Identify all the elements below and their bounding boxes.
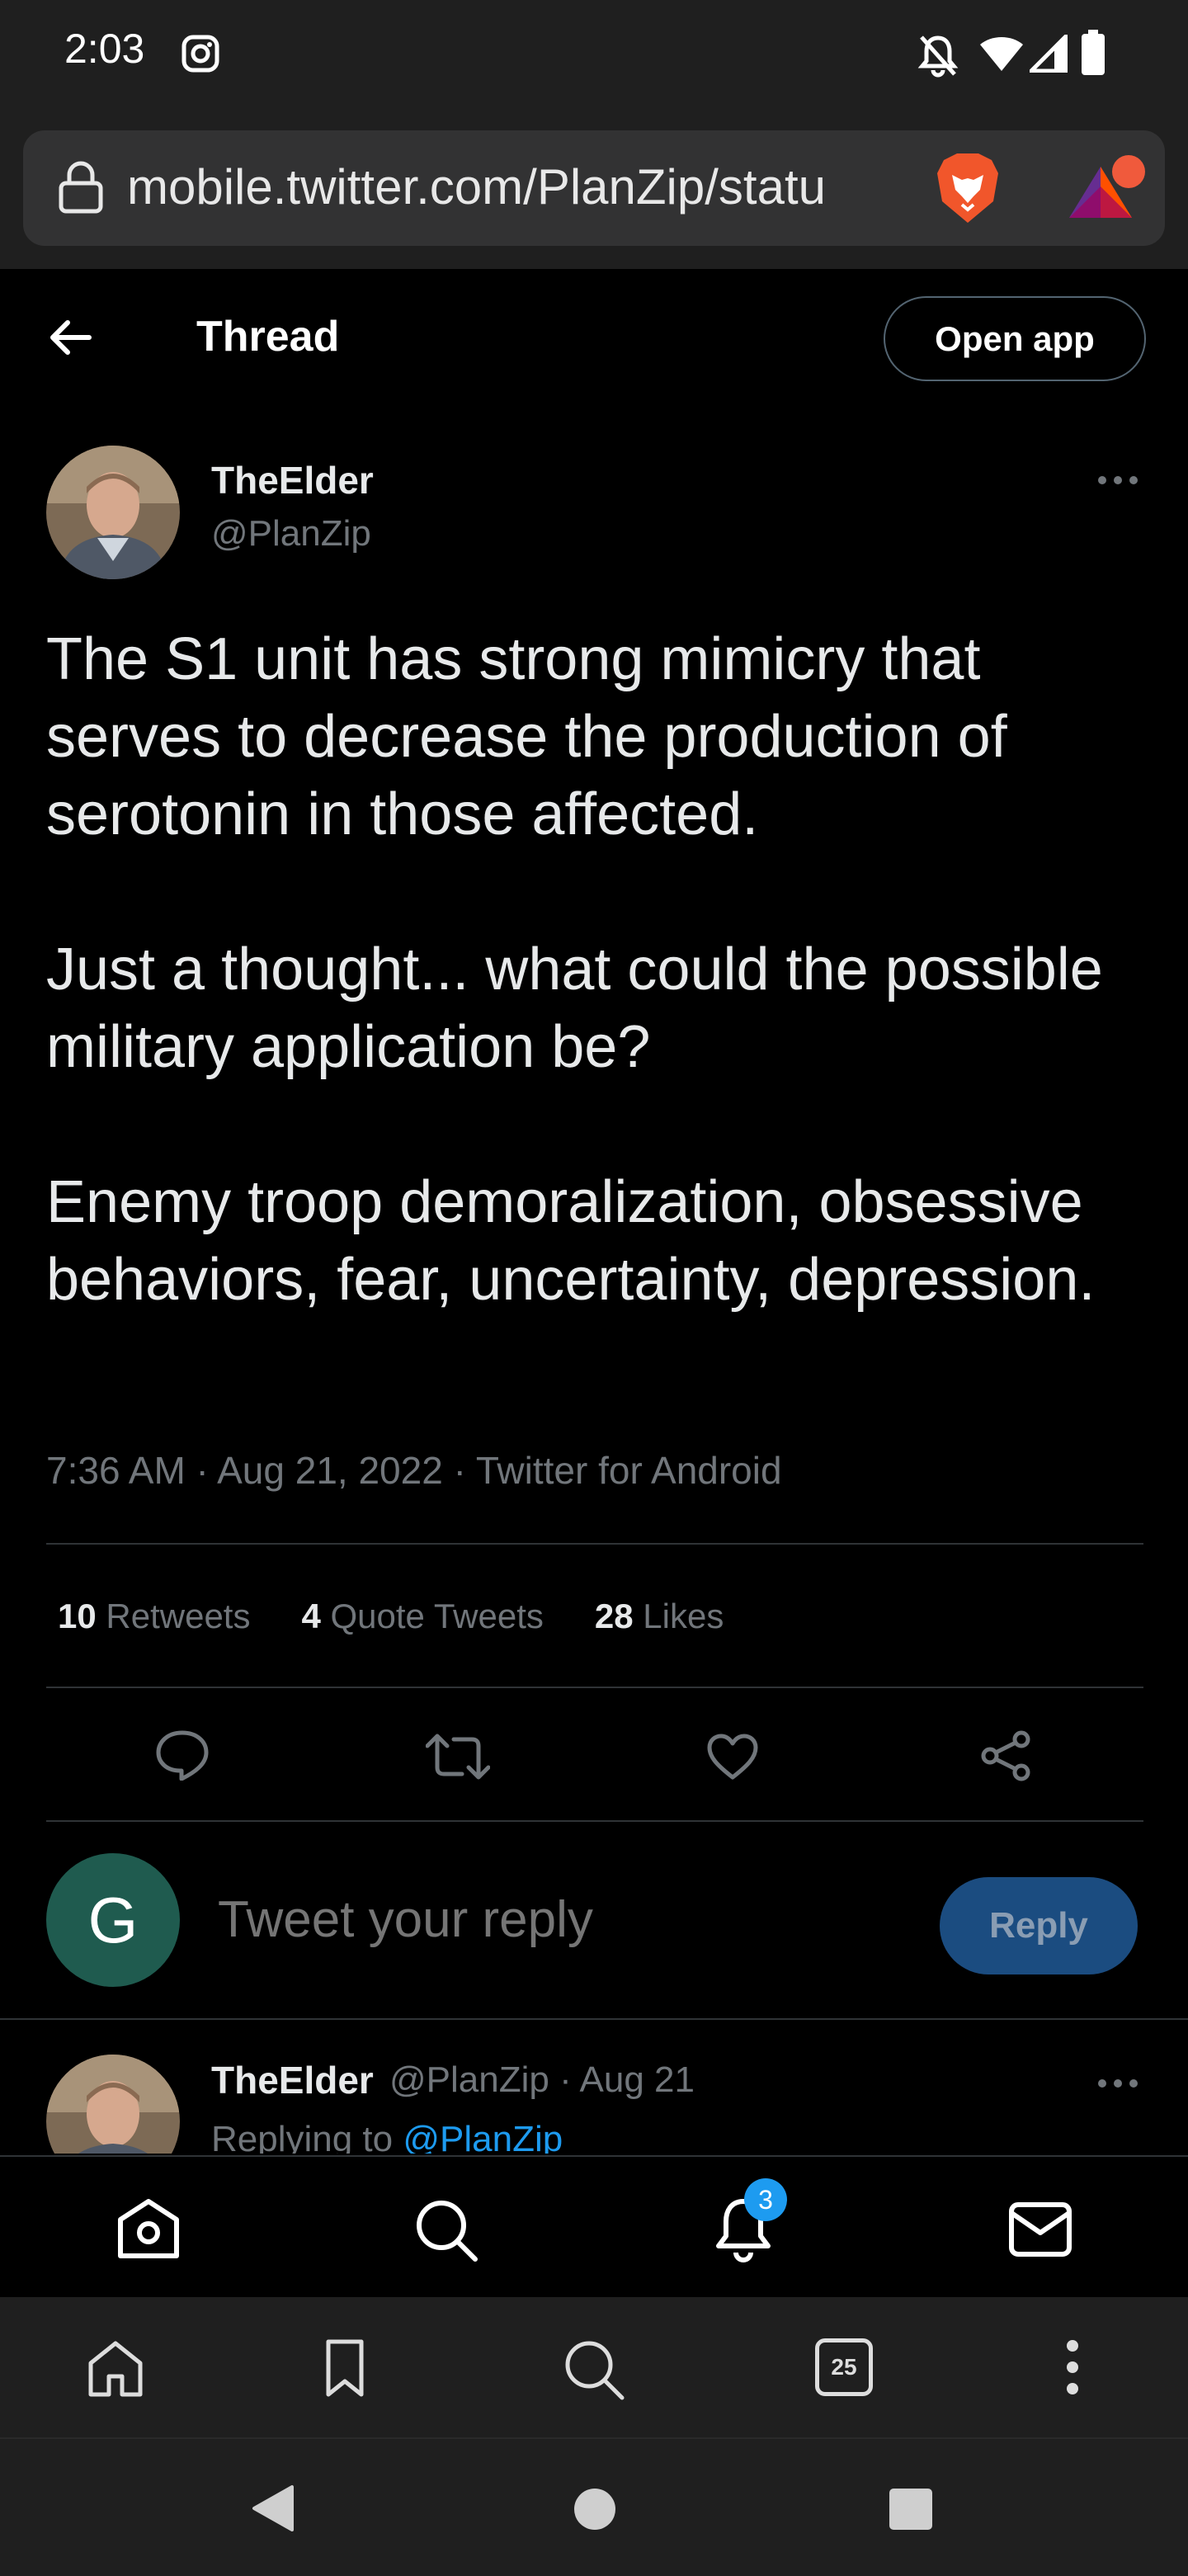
url-field[interactable]: mobile.twitter.com/PlanZip/statu: [23, 130, 1165, 246]
search-icon[interactable]: [414, 2198, 478, 2262]
browser-address-bar: mobile.twitter.com/PlanZip/statu: [0, 107, 1188, 269]
twitter-bottom-nav: [0, 2155, 1188, 2297]
tab-count: 25: [831, 2354, 857, 2380]
divider: [46, 1543, 1143, 1545]
reply-input[interactable]: [216, 1890, 863, 1950]
signal-icon: [1030, 35, 1068, 73]
recents-icon[interactable]: [888, 2487, 934, 2531]
instagram-icon: [180, 33, 221, 74]
tweet-stats: 10 Retweets 4 Quote Tweets 28 Likes: [58, 1597, 775, 1636]
wifi-icon: [978, 35, 1025, 73]
divider: [0, 2018, 1188, 2020]
brave-lion-icon[interactable]: [934, 150, 1002, 226]
retweets-stat[interactable]: 10 Retweets: [58, 1597, 250, 1635]
likes-stat[interactable]: 28 Likes: [595, 1597, 724, 1635]
reply-handle-date: @PlanZip · Aug 21: [389, 2059, 695, 2100]
bookmark-icon[interactable]: [325, 2338, 365, 2398]
quote-tweets-stat[interactable]: 4 Quote Tweets: [301, 1597, 543, 1635]
battery-icon: [1081, 30, 1106, 76]
author-name[interactable]: TheElder: [211, 458, 374, 502]
notification-badge: 3: [744, 2178, 787, 2221]
replying-mention-link[interactable]: @PlanZip: [403, 2119, 563, 2154]
tabs-icon[interactable]: 25: [815, 2338, 873, 2396]
reply-button[interactable]: Reply: [940, 1877, 1138, 1974]
reply-author-name[interactable]: TheElder: [211, 2058, 374, 2102]
tweet-text: The S1 unit has strong mimicry that serv…: [46, 626, 1103, 1313]
back-icon[interactable]: [249, 2484, 295, 2533]
home-icon[interactable]: [116, 2198, 182, 2261]
reply-icon[interactable]: [155, 1729, 210, 1781]
more-options-icon[interactable]: [1097, 2078, 1138, 2089]
menu-icon[interactable]: [1064, 2338, 1081, 2396]
share-icon[interactable]: [980, 1729, 1033, 1782]
more-options-icon[interactable]: [1097, 474, 1138, 486]
system-nav-bar: [0, 2437, 1188, 2576]
author-handle[interactable]: @PlanZip: [211, 513, 371, 554]
user-avatar[interactable]: G: [46, 1853, 180, 1987]
messages-icon[interactable]: [1008, 2201, 1072, 2258]
home-icon[interactable]: [86, 2340, 145, 2398]
divider: [46, 1820, 1143, 1822]
url-text: mobile.twitter.com/PlanZip/statu: [127, 159, 827, 215]
page-title: Thread: [196, 313, 340, 361]
back-arrow-icon[interactable]: [48, 318, 94, 356]
tweet-timestamp[interactable]: 7:36 AM · Aug 21, 2022 · Twitter for And…: [46, 1448, 782, 1493]
status-bar: 2:03: [0, 0, 1188, 107]
like-icon[interactable]: [706, 1733, 759, 1781]
home-button-icon[interactable]: [573, 2487, 617, 2531]
divider: [46, 1687, 1143, 1688]
brave-rewards-icon[interactable]: [1066, 153, 1148, 228]
reply-author-avatar[interactable]: [46, 2055, 180, 2154]
status-time: 2:03: [64, 26, 145, 72]
browser-toolbar: 25: [0, 2297, 1188, 2437]
replying-to: Replying to @PlanZip: [211, 2119, 563, 2154]
open-app-button[interactable]: Open app: [884, 296, 1146, 381]
author-avatar[interactable]: [46, 446, 180, 579]
search-icon[interactable]: [563, 2338, 625, 2401]
bell-muted-icon: [917, 33, 959, 78]
retweet-icon[interactable]: [426, 1733, 490, 1781]
lock-icon: [58, 160, 104, 215]
